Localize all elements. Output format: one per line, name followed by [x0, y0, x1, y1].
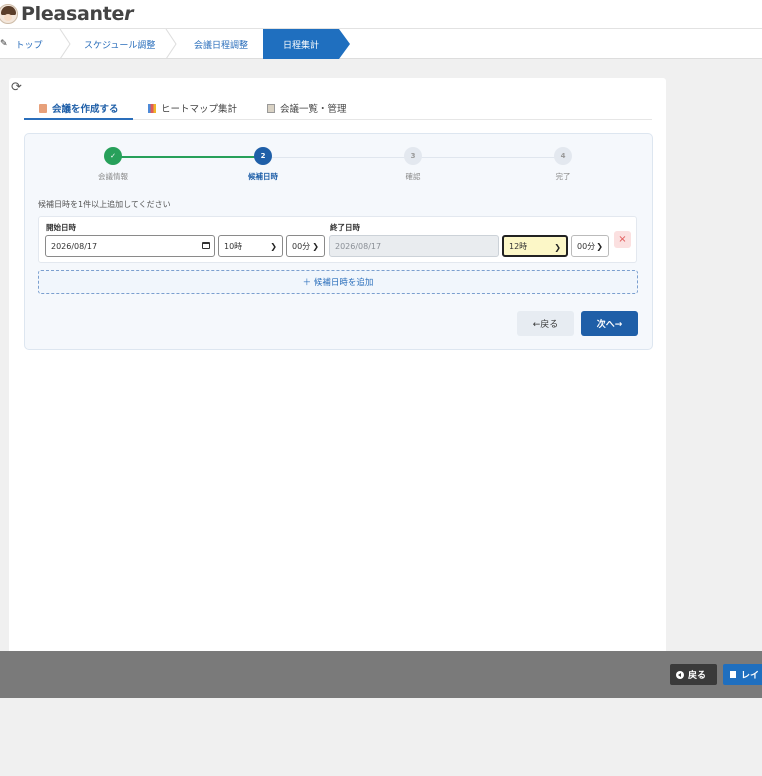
- logo-avatar-icon: [0, 4, 18, 24]
- bottom-layout-button[interactable]: レイ: [723, 664, 762, 685]
- end-minute-value: 00分: [577, 241, 596, 251]
- step-4-label: 完了: [555, 172, 571, 181]
- end-minute-select[interactable]: 00分 ❯: [571, 235, 609, 257]
- start-minute-value: 00分: [292, 241, 311, 251]
- end-hour-select[interactable]: 12時 ❯: [502, 235, 568, 257]
- remove-candidate-button[interactable]: ×: [614, 231, 631, 248]
- start-date-value: 2026/08/17: [51, 241, 98, 251]
- pencil-icon: ✎: [0, 39, 8, 49]
- end-hour-value: 12時: [509, 241, 528, 251]
- chevron-right-icon: [165, 29, 177, 59]
- step-4-indicator: 4: [554, 147, 572, 165]
- end-date-value: 2026/08/17: [335, 241, 382, 251]
- close-icon: ×: [618, 234, 627, 245]
- end-date-input: 2026/08/17: [329, 235, 499, 257]
- chevron-down-icon: ❯: [270, 242, 277, 251]
- chevron-down-icon: ❯: [554, 243, 561, 252]
- tab-label: 会議一覧・管理: [280, 104, 347, 115]
- breadcrumb-label: 日程集計: [282, 40, 319, 51]
- start-date-input[interactable]: 2026/08/17: [45, 235, 215, 257]
- breadcrumb-label: トップ: [15, 40, 43, 51]
- breadcrumb-label: 会議日程調整: [194, 40, 249, 51]
- clipboard-icon: [267, 103, 275, 113]
- tab-label: 会議を作成する: [52, 104, 119, 115]
- bottom-layout-label: レイ: [741, 671, 760, 681]
- tab-create-meeting[interactable]: 会議を作成する: [39, 96, 119, 120]
- active-tab-indicator: [24, 118, 133, 120]
- step-2-indicator: 2: [254, 147, 272, 165]
- breadcrumb: ✎ トップ スケジュール調整 会議日程調整 日程集計: [0, 29, 762, 59]
- calendar-icon[interactable]: [202, 242, 210, 249]
- breadcrumb-item-top[interactable]: ✎ トップ: [0, 29, 43, 59]
- start-datetime-label: 開始日時: [46, 223, 76, 232]
- step-3-label: 確認: [405, 172, 421, 181]
- bottom-back-button[interactable]: 戻る: [670, 664, 717, 685]
- tab-label: ヒートマップ集計: [161, 104, 238, 115]
- end-datetime-label: 終了日時: [330, 223, 360, 232]
- next-button[interactable]: 次へ→: [581, 311, 638, 336]
- step-3-indicator: 3: [404, 147, 422, 165]
- chevron-down-icon: ❯: [312, 242, 319, 251]
- step-connector-done: [113, 156, 262, 158]
- step-1-check-icon: ✓: [104, 147, 122, 165]
- top-header: Pleasanter: [0, 0, 762, 29]
- breadcrumb-item-meeting-date[interactable]: 会議日程調整: [194, 29, 248, 59]
- layout-icon: [730, 671, 736, 678]
- start-hour-value: 10時: [224, 241, 243, 251]
- app-logo[interactable]: Pleasanter: [0, 3, 133, 25]
- step-2-label: 候補日時: [248, 172, 278, 181]
- breadcrumb-item-active[interactable]: 日程集計: [263, 29, 350, 59]
- chart-icon: [148, 103, 156, 113]
- start-hour-select[interactable]: 10時 ❯: [218, 235, 283, 257]
- logo-text: Pleasanter: [21, 3, 134, 25]
- chevron-right-icon: [59, 29, 71, 59]
- breadcrumb-label: スケジュール調整: [84, 40, 156, 51]
- tab-heatmap[interactable]: ヒートマップ集計: [148, 96, 237, 120]
- back-button[interactable]: ←戻る: [517, 311, 574, 336]
- back-arrow-icon: [676, 670, 684, 679]
- bottom-overlay-bar: [0, 651, 762, 698]
- add-candidate-button[interactable]: ＋ 候補日時を追加: [38, 270, 638, 294]
- hint-text: 候補日時を1件以上追加してください: [38, 200, 171, 209]
- breadcrumb-item-schedule[interactable]: スケジュール調整: [84, 29, 155, 59]
- chevron-down-icon: ❯: [596, 242, 603, 251]
- start-minute-select[interactable]: 00分 ❯: [286, 235, 325, 257]
- bottom-back-label: 戻る: [688, 671, 707, 681]
- step-1-label: 会議情報: [98, 172, 128, 181]
- tab-bar: 会議を作成する ヒートマップ集計 会議一覧・管理: [24, 96, 652, 120]
- tab-meeting-list[interactable]: 会議一覧・管理: [267, 96, 347, 120]
- memo-icon: [39, 103, 47, 113]
- refresh-icon[interactable]: ⟳: [11, 80, 22, 95]
